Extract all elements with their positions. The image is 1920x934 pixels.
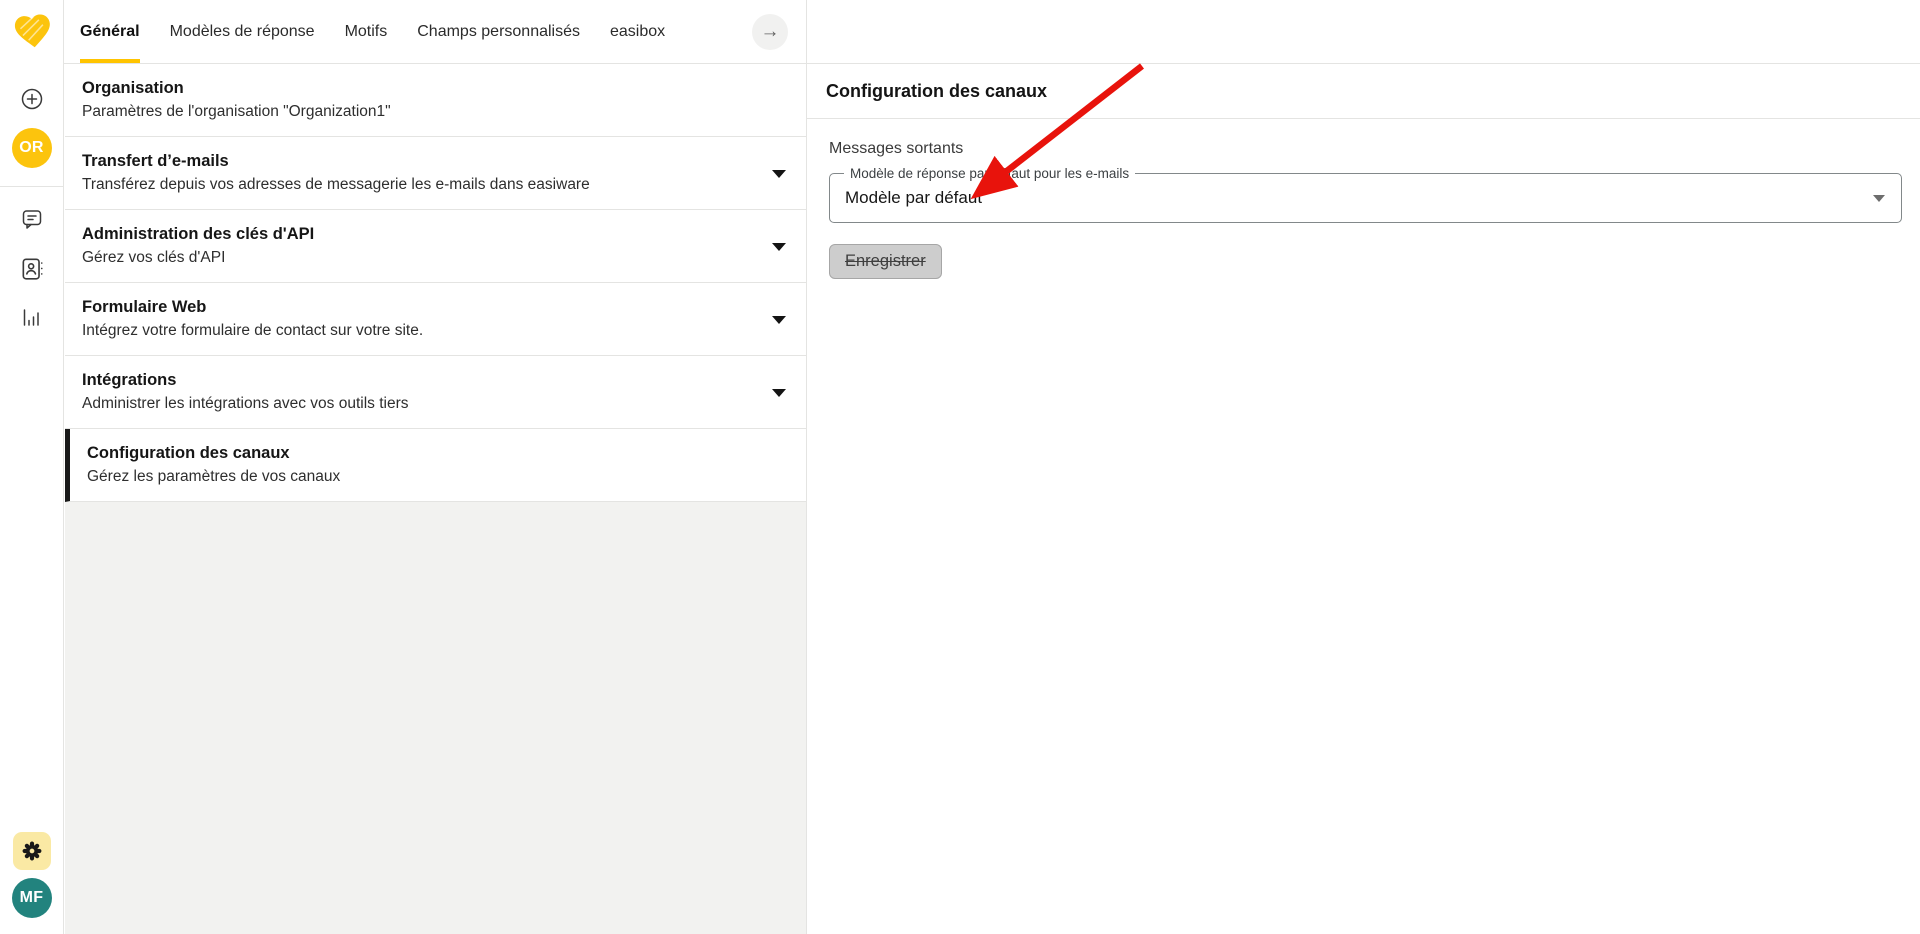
list-item-subtitle: Gérez les paramètres de vos canaux — [87, 465, 758, 488]
tab-modeles-de-reponse[interactable]: Modèles de réponse — [170, 0, 315, 64]
tab-champs-personnalises[interactable]: Champs personnalisés — [417, 0, 580, 64]
tab-label: Général — [80, 23, 140, 41]
organization-avatar[interactable]: OR — [12, 128, 52, 168]
select-floating-label: Modèle de réponse par défaut pour les e-… — [844, 165, 1135, 182]
section-label-messages-sortants: Messages sortants — [829, 138, 1920, 160]
list-item-subtitle: Intégrez votre formulaire de contact sur… — [82, 319, 758, 342]
list-item-integrations[interactable]: Intégrations Administrer les intégration… — [65, 356, 806, 429]
select-value: Modèle par défaut — [830, 188, 982, 208]
settings-topbar: Général Modèles de réponse Motifs Champs… — [64, 0, 806, 64]
main-header: Configuration des canaux — [807, 64, 1920, 119]
arrow-right-icon: → — [761, 21, 780, 43]
list-item-subtitle: Paramètres de l'organisation "Organizati… — [82, 100, 758, 123]
list-item-title: Administration des clés d'API — [82, 223, 758, 246]
add-button[interactable] — [20, 87, 44, 111]
avatar: OR — [12, 128, 52, 168]
list-item-title: Intégrations — [82, 369, 758, 392]
collapse-panel-button[interactable]: → — [752, 14, 788, 50]
avatar: MF — [12, 878, 52, 918]
settings-list-panel: Organisation Paramètres de l'organisatio… — [65, 64, 806, 934]
settings-gear-icon — [21, 840, 43, 862]
statistics-icon — [20, 305, 44, 329]
tab-motifs[interactable]: Motifs — [345, 0, 388, 64]
add-icon — [20, 87, 44, 111]
list-item-administration-cles-api[interactable]: Administration des clés d'API Gérez vos … — [65, 210, 806, 283]
tab-label: Motifs — [345, 23, 388, 41]
list-item-subtitle: Gérez vos clés d'API — [82, 246, 758, 269]
contacts-nav-button[interactable] — [19, 256, 45, 282]
settings-button[interactable] — [13, 832, 51, 870]
chevron-down-icon — [772, 389, 786, 397]
tab-label: easibox — [610, 23, 665, 41]
page-title: Configuration des canaux — [826, 81, 1047, 102]
default-template-select[interactable]: Modèle de réponse par défaut pour les e-… — [829, 173, 1902, 223]
user-avatar[interactable]: MF — [12, 878, 52, 918]
tab-easibox[interactable]: easibox — [610, 0, 665, 64]
list-item-transfert-emails[interactable]: Transfert d’e-mails Transférez depuis vo… — [65, 137, 806, 210]
tab-label: Modèles de réponse — [170, 23, 315, 41]
conversations-nav-button[interactable] — [20, 207, 44, 231]
list-item-title: Configuration des canaux — [87, 442, 758, 465]
tab-general[interactable]: Général — [80, 0, 140, 64]
list-item-title: Formulaire Web — [82, 296, 758, 319]
tab-label: Champs personnalisés — [417, 23, 580, 41]
statistics-nav-button[interactable] — [20, 305, 44, 329]
list-item-organisation[interactable]: Organisation Paramètres de l'organisatio… — [65, 64, 806, 137]
caret-down-icon — [1873, 195, 1885, 202]
list-item-title: Transfert d’e-mails — [82, 150, 758, 173]
topbar-bottom-border — [0, 63, 1920, 64]
save-button[interactable]: Enregistrer — [829, 244, 942, 279]
icon-rail: OR — [0, 0, 64, 934]
rail-divider — [0, 186, 63, 187]
chevron-down-icon — [772, 243, 786, 251]
easiware-logo-icon — [12, 10, 54, 52]
list-item-formulaire-web[interactable]: Formulaire Web Intégrez votre formulaire… — [65, 283, 806, 356]
list-item-subtitle: Transférez depuis vos adresses de messag… — [82, 173, 758, 196]
settings-tabs: Général Modèles de réponse Motifs Champs… — [64, 0, 665, 64]
main-panel: Configuration des canaux Messages sortan… — [806, 0, 1920, 934]
list-item-configuration-canaux[interactable]: Configuration des canaux Gérez les param… — [65, 429, 806, 502]
main-content: Messages sortants Modèle de réponse par … — [807, 119, 1920, 279]
list-item-title: Organisation — [82, 77, 758, 100]
list-item-subtitle: Administrer les intégrations avec vos ou… — [82, 392, 758, 415]
chevron-down-icon — [772, 170, 786, 178]
gear-tile — [13, 832, 51, 870]
chevron-down-icon — [772, 316, 786, 324]
conversations-icon — [20, 207, 44, 231]
contacts-icon — [19, 256, 45, 282]
